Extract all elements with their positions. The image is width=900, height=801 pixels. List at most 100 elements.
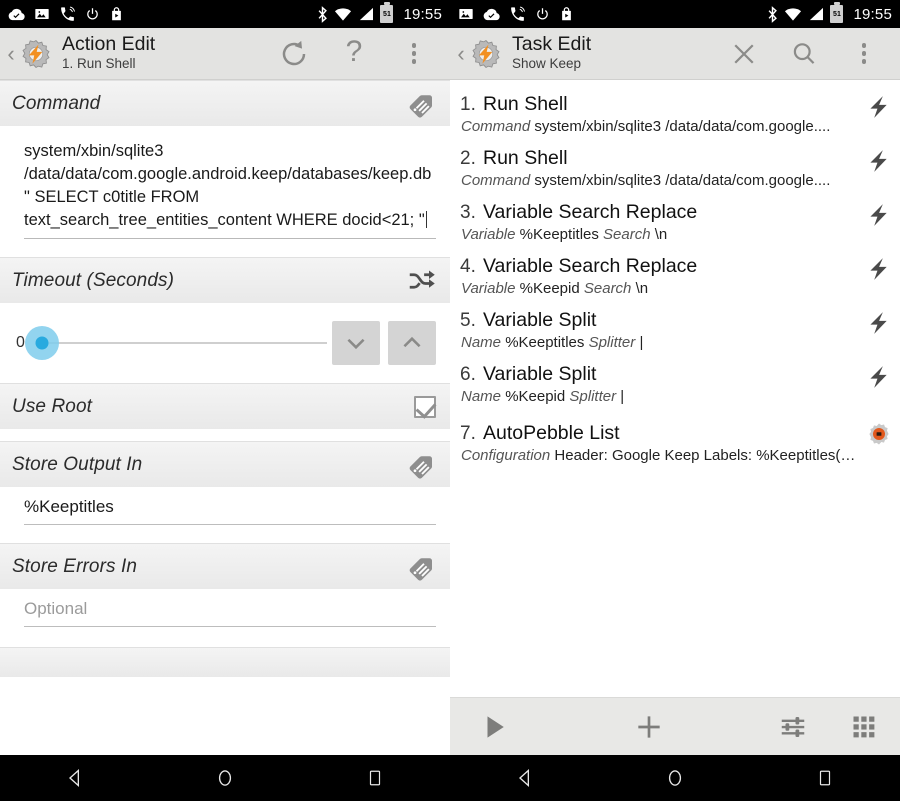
task-action-detail-value: %Keepid <box>505 388 566 405</box>
nav-home-button[interactable] <box>190 755 260 801</box>
task-action-row-4[interactable]: 4. Variable Search Replace Variable %Kee… <box>450 252 900 306</box>
task-action-icon-button[interactable] <box>865 310 891 341</box>
store-errors-input[interactable]: Optional <box>24 589 436 627</box>
task-action-detail-value-2: | <box>620 388 625 405</box>
power-icon <box>537 7 548 19</box>
task-action-detail-label-2: Splitter <box>588 334 636 351</box>
timeout-decrement-button[interactable] <box>332 321 380 365</box>
task-action-icon-button[interactable] <box>865 202 891 233</box>
overflow-menu-icon <box>861 43 867 64</box>
battery-icon: 51 <box>380 2 394 23</box>
bluetooth-icon <box>319 5 328 23</box>
lightning-bolt-icon <box>870 204 887 226</box>
nav-bar-left <box>0 755 450 801</box>
task-action-title-row: 5. Variable Split <box>460 309 886 332</box>
task-action-icon-button[interactable] <box>865 94 891 125</box>
store-output-variable-button[interactable] <box>406 450 436 480</box>
phone-ringing-icon <box>61 6 75 21</box>
command-label: Command <box>12 92 101 114</box>
variable-tag-icon <box>409 557 432 581</box>
task-action-detail-label: Command <box>461 172 531 189</box>
task-action-row-7[interactable]: 7. AutoPebble List Configuration Header:… <box>450 414 900 473</box>
back-chevron-icon[interactable]: ‹ <box>4 42 18 65</box>
task-action-detail-value-2: \n <box>635 280 649 297</box>
task-action-detail-label: Name <box>461 334 502 351</box>
task-action-row-1[interactable]: 1. Run Shell Command system/xbin/sqlite3… <box>450 90 900 144</box>
status-bar-clock: 19:55 <box>853 5 892 23</box>
right-phone-panel: 51 19:55 ‹ Task Edit Show Keep 1. Run Sh… <box>450 0 900 755</box>
nav-back-button[interactable] <box>490 755 560 801</box>
store-output-label: Store Output In <box>12 453 143 475</box>
store-output-input[interactable]: %Keeptitles <box>24 487 436 525</box>
action-bar-titles-right: Task Edit Show Keep <box>512 33 591 74</box>
autopebble-icon <box>869 423 889 445</box>
use-root-checkbox[interactable] <box>414 395 436 418</box>
run-task-button[interactable] <box>450 698 540 756</box>
task-action-row-3[interactable]: 3. Variable Search Replace Variable %Kee… <box>450 198 900 252</box>
task-action-row-6[interactable]: 6. Variable Split Name %Keepid Splitter … <box>450 360 900 414</box>
slider-thumb[interactable] <box>35 336 49 350</box>
close-button[interactable] <box>714 28 774 80</box>
page-subtitle: Show Keep <box>512 56 582 72</box>
chevron-up-icon <box>403 336 421 348</box>
overflow-menu-button[interactable] <box>834 28 894 80</box>
task-action-icon-button[interactable] <box>865 364 891 395</box>
timeout-slider-row[interactable]: 0 <box>0 303 450 383</box>
slider-track <box>42 342 327 344</box>
task-action-name: AutoPebble List <box>483 422 620 444</box>
variable-tag-icon <box>409 455 432 479</box>
search-button[interactable] <box>774 28 834 80</box>
use-root-section-header[interactable]: Use Root <box>0 383 450 429</box>
sliders-icon <box>781 716 805 737</box>
timeout-shuffle-button[interactable] <box>406 266 436 296</box>
timeout-label: Timeout (Seconds) <box>12 269 175 291</box>
task-action-number: 4. <box>460 256 476 277</box>
shuffle-icon <box>409 270 435 289</box>
nav-recents-button[interactable] <box>790 755 860 801</box>
back-chevron-icon[interactable]: ‹ <box>454 42 468 65</box>
task-properties-button[interactable] <box>758 698 828 756</box>
action-bar-titles-left: Action Edit 1. Run Shell <box>62 33 155 74</box>
cloud-check-icon <box>8 8 25 20</box>
help-button[interactable]: ? <box>324 28 384 80</box>
signal-icon <box>360 7 374 21</box>
task-action-icon-button[interactable] <box>865 148 891 179</box>
image-icon <box>35 9 49 19</box>
lightning-bolt-icon <box>870 150 887 172</box>
task-action-row-5[interactable]: 5. Variable Split Name %Keeptitles Split… <box>450 306 900 360</box>
timeout-slider[interactable] <box>25 326 327 360</box>
nav-home-button[interactable] <box>640 755 710 801</box>
use-root-label: Use Root <box>12 395 93 417</box>
command-field[interactable]: system/xbin/sqlite3 /data/data/com.googl… <box>0 126 450 239</box>
store-errors-section-header: Store Errors In <box>0 543 450 589</box>
task-grid-button[interactable] <box>828 698 900 756</box>
task-action-detail-label-2: Splitter <box>569 388 617 405</box>
timeout-increment-button[interactable] <box>388 321 436 365</box>
task-action-icon-button[interactable] <box>865 256 891 287</box>
status-bar-right-icons-right: 51 19:55 <box>767 2 892 23</box>
task-action-detail: Command system/xbin/sqlite3 /data/data/c… <box>461 118 886 135</box>
nav-recents-button[interactable] <box>340 755 410 801</box>
variable-tag-icon <box>409 94 432 118</box>
overflow-menu-button[interactable] <box>384 28 444 80</box>
command-input[interactable]: system/xbin/sqlite3 /data/data/com.googl… <box>24 140 436 239</box>
status-bar-left-icons-right <box>458 6 574 23</box>
store-errors-variable-button[interactable] <box>406 552 436 582</box>
signal-icon <box>810 7 824 21</box>
task-action-row-2[interactable]: 2. Run Shell Command system/xbin/sqlite3… <box>450 144 900 198</box>
bluetooth-icon <box>769 5 778 23</box>
task-action-name: Run Shell <box>483 93 568 115</box>
task-action-detail-value: system/xbin/sqlite3 /data/data/com.googl… <box>534 172 831 189</box>
task-action-icon-button[interactable] <box>867 422 891 451</box>
nav-back-button[interactable] <box>40 755 110 801</box>
task-action-title-row: 3. Variable Search Replace <box>460 201 886 224</box>
task-action-detail: Variable %Keepid Search \n <box>461 280 886 297</box>
lightning-bolt-icon <box>870 312 887 334</box>
task-action-detail-label-2: Search <box>603 226 651 243</box>
reset-button[interactable] <box>264 28 324 80</box>
action-bar-right: ‹ Task Edit Show Keep <box>450 28 900 80</box>
add-action-button[interactable] <box>540 698 758 756</box>
task-action-detail-value: Header: Google Keep Labels: %Keeptitles(… <box>554 447 856 464</box>
command-variable-button[interactable] <box>406 89 436 119</box>
task-action-detail-value: %Keepid <box>519 280 580 297</box>
